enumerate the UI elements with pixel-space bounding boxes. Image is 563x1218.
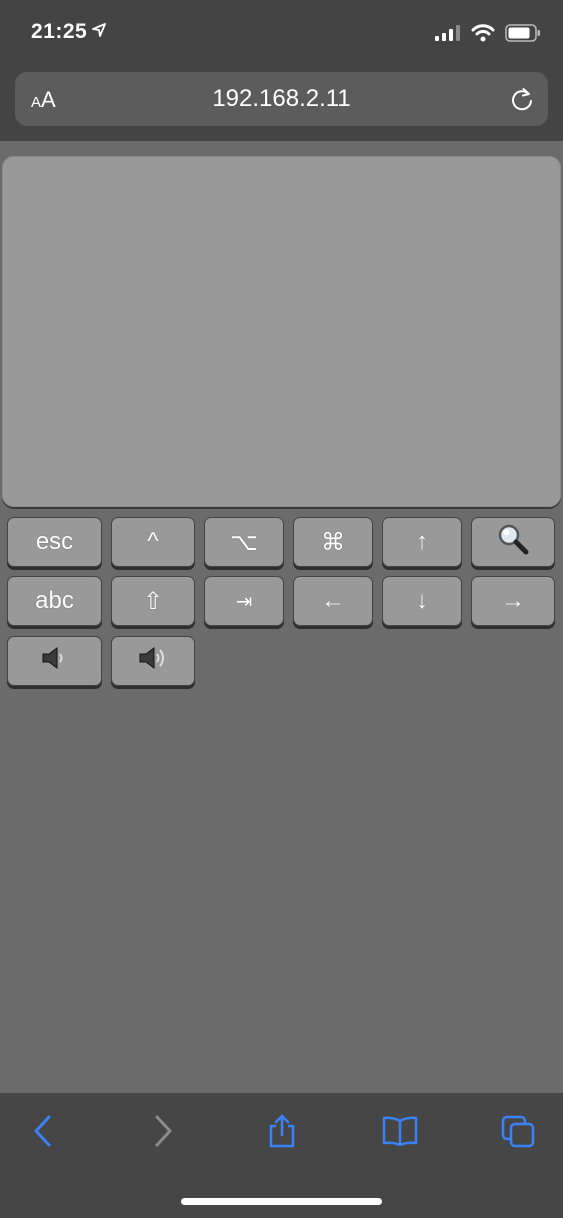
abc-key[interactable]: abc [7, 576, 102, 626]
forward-icon[interactable] [143, 1111, 183, 1151]
volume-down-icon [40, 645, 70, 678]
location-arrow-icon [91, 20, 107, 44]
battery-icon [505, 24, 541, 47]
reload-icon[interactable] [508, 85, 536, 118]
tab-key-label: ⇥ [235, 590, 253, 613]
address-bar[interactable]: AA 192.168.2.11 [15, 72, 548, 126]
abc-key-label: abc [35, 587, 74, 614]
arrow-up-key-label: ↑ [416, 528, 428, 555]
tabs-icon[interactable] [498, 1111, 538, 1151]
esc-key[interactable]: esc [7, 517, 102, 567]
time-label: 21:25 [31, 20, 88, 43]
trackpad-area[interactable] [2, 156, 561, 507]
command-key-label: ⌘ [321, 528, 345, 556]
esc-key-label: esc [35, 528, 74, 555]
tab-key[interactable]: ⇥ [204, 576, 284, 626]
control-key-label: ^ [147, 528, 159, 555]
arrow-right-key-label: → [501, 587, 525, 614]
status-icons [435, 24, 541, 47]
option-key[interactable]: ⌥ [204, 517, 284, 567]
arrow-down-key[interactable]: ↓ [382, 576, 462, 626]
share-icon[interactable] [262, 1111, 302, 1151]
volume-up-icon [137, 645, 169, 678]
search-icon [496, 523, 530, 562]
volume-up-key[interactable] [111, 636, 195, 686]
wifi-icon [471, 24, 495, 47]
arrow-left-key-label: ← [321, 587, 345, 614]
arrow-left-key[interactable]: ← [293, 576, 373, 626]
arrow-up-key[interactable]: ↑ [382, 517, 462, 567]
shift-key[interactable]: ⇧ [111, 576, 195, 626]
bookmarks-icon[interactable] [380, 1111, 420, 1151]
cellular-signal-icon [435, 25, 461, 46]
status-clock: 21:25 [31, 20, 107, 44]
url-text[interactable]: 192.168.2.11 [15, 85, 548, 113]
home-indicator[interactable] [181, 1198, 382, 1205]
arrow-right-key[interactable]: → [471, 576, 555, 626]
command-key[interactable]: ⌘ [293, 517, 373, 567]
control-key[interactable]: ^ [111, 517, 195, 567]
shift-key-label: ⇧ [142, 587, 164, 615]
volume-down-key[interactable] [7, 636, 102, 686]
search-key[interactable] [471, 517, 555, 567]
back-icon[interactable] [23, 1111, 63, 1151]
option-key-label: ⌥ [230, 528, 258, 556]
arrow-down-key-label: ↓ [416, 587, 428, 614]
browser-header: 21:25 AA 192.168.2.11 [0, 0, 563, 141]
